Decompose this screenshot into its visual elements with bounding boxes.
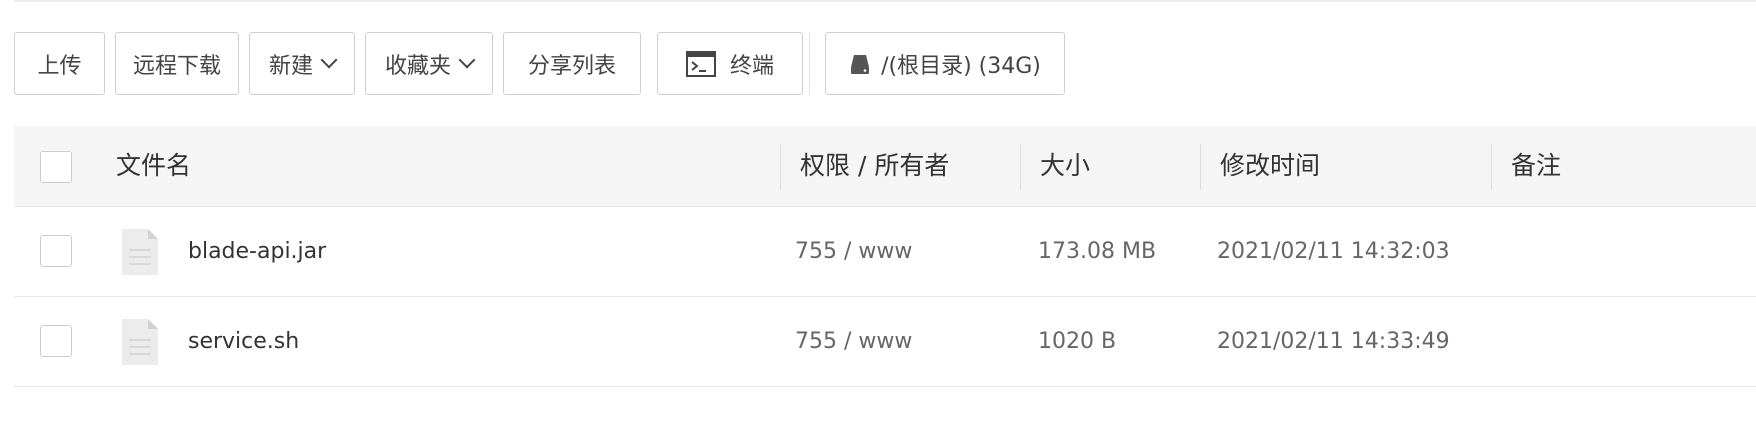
favorites-label: 收藏夹 xyxy=(384,53,451,79)
remote-download-label: 远程下载 xyxy=(132,53,221,79)
row-checkbox[interactable] xyxy=(40,235,72,267)
share-list-label: 分享列表 xyxy=(527,53,616,79)
row-checkbox[interactable] xyxy=(40,325,72,357)
file-icon xyxy=(122,229,158,275)
file-icon xyxy=(122,319,158,365)
disk-root-button[interactable]: /(根目录) (34G) xyxy=(825,32,1065,95)
file-toolbar: 上传 远程下载 新建 收藏夹 分享列表 终端 /(根目录) (34G) xyxy=(14,32,1075,95)
toolbar-divider xyxy=(809,32,810,95)
file-name-link[interactable]: service.sh xyxy=(188,297,299,386)
column-header-permission[interactable]: 权限 / 所有者 xyxy=(800,126,949,206)
new-label: 新建 xyxy=(268,53,313,79)
share-list-button[interactable]: 分享列表 xyxy=(503,32,641,95)
table-row[interactable]: blade-api.jar 755 / www 173.08 MB 2021/0… xyxy=(14,207,1756,297)
upload-button[interactable]: 上传 xyxy=(14,32,105,95)
column-header-size[interactable]: 大小 xyxy=(1040,126,1090,206)
file-permission[interactable]: 755 / www xyxy=(795,297,912,386)
favorites-dropdown-button[interactable]: 收藏夹 xyxy=(365,32,493,95)
terminal-label: 终端 xyxy=(729,53,774,79)
chevron-down-icon xyxy=(320,51,338,68)
column-header-modified[interactable]: 修改时间 xyxy=(1220,126,1320,206)
file-name-link[interactable]: blade-api.jar xyxy=(188,207,326,296)
new-dropdown-button[interactable]: 新建 xyxy=(249,32,355,95)
column-header-remark: 备注 xyxy=(1511,151,1562,180)
column-divider xyxy=(1200,144,1201,190)
chevron-down-icon xyxy=(458,51,476,68)
file-modified-time: 2021/02/11 14:33:49 xyxy=(1217,329,1450,354)
file-permission[interactable]: 755 / www xyxy=(795,207,912,296)
disk-label: /(根目录) (34G) xyxy=(881,53,1041,79)
remote-download-button[interactable]: 远程下载 xyxy=(115,32,239,95)
select-all-checkbox[interactable] xyxy=(40,151,72,183)
column-divider xyxy=(780,144,781,190)
column-header-name[interactable]: 文件名 xyxy=(116,126,191,206)
table-row[interactable]: service.sh 755 / www 1020 B 2021/02/11 1… xyxy=(14,297,1756,387)
terminal-icon xyxy=(685,50,716,77)
file-size: 173.08 MB xyxy=(1038,239,1157,264)
file-size: 1020 B xyxy=(1038,329,1117,354)
terminal-button[interactable]: 终端 xyxy=(657,32,803,95)
column-divider xyxy=(1491,144,1492,190)
hard-drive-icon xyxy=(851,54,870,74)
column-divider xyxy=(1020,144,1021,190)
file-modified-time: 2021/02/11 14:32:03 xyxy=(1217,239,1450,264)
top-divider xyxy=(14,0,1756,2)
file-table-header: 文件名 权限 / 所有者 大小 修改时间 备注 xyxy=(14,126,1756,207)
upload-label: 上传 xyxy=(37,53,82,79)
